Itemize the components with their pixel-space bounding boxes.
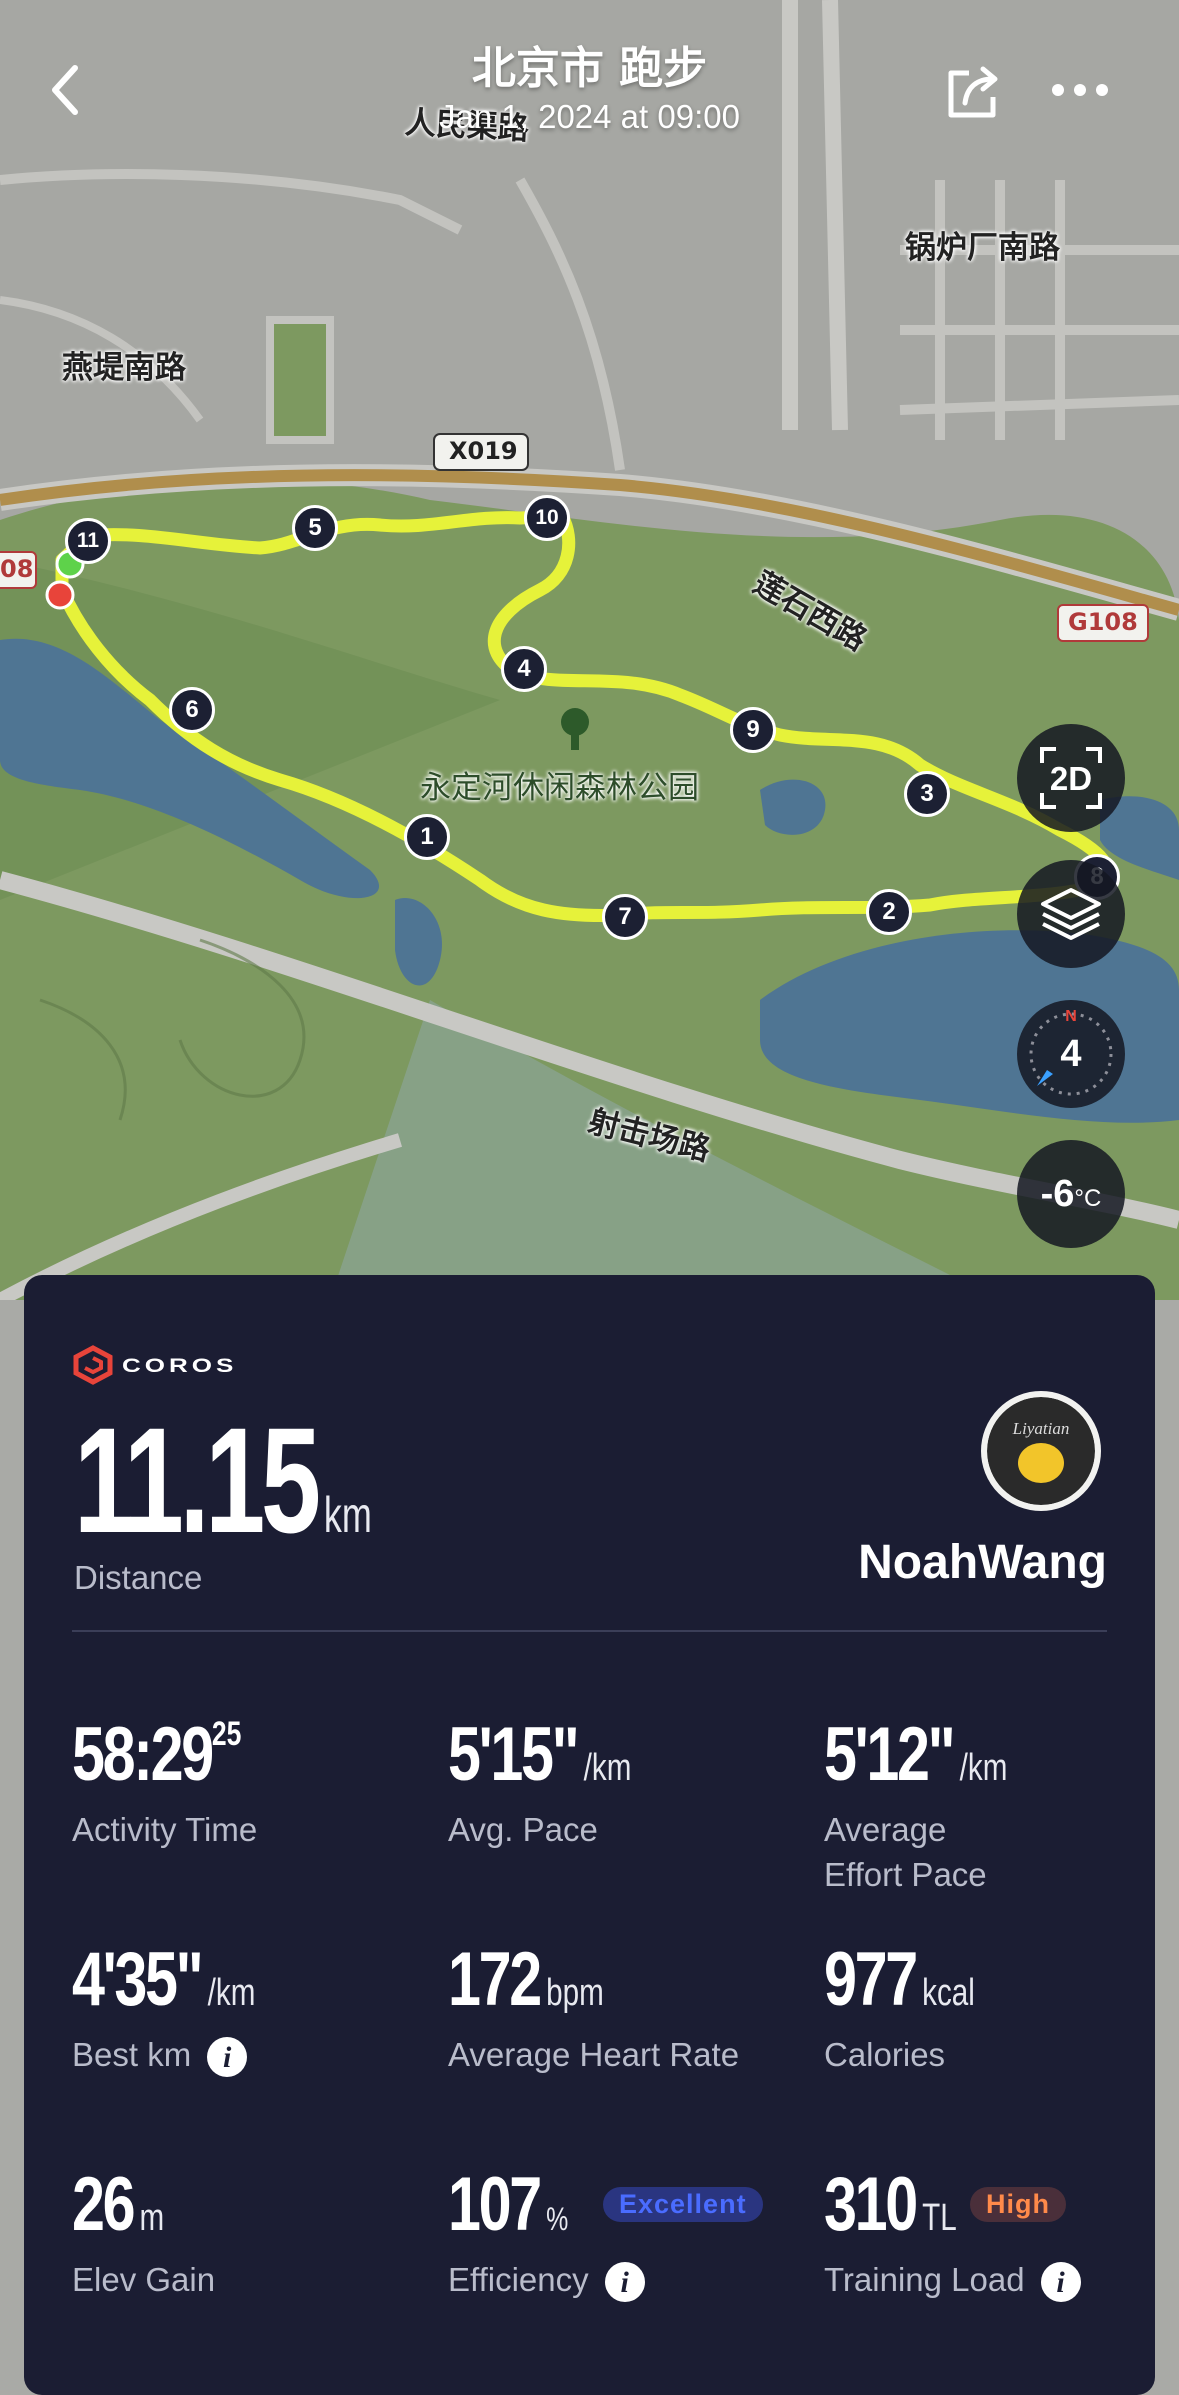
metric-unit: bpm <box>546 1972 604 2014</box>
distance-value: 11.15 <box>74 1396 321 1564</box>
activity-time-metric: 58:2925 Activity Time <box>72 1717 289 1852</box>
metric-value: 977 <box>824 1937 918 2022</box>
layers-icon <box>1041 888 1101 940</box>
activity-summary-card: COROS 11.15 km Distance Liyatian NoahWang… <box>24 1275 1155 2395</box>
km-marker-10[interactable]: 10 <box>524 495 570 541</box>
divider <box>72 1630 1107 1632</box>
temperature-unit: °C <box>1074 1185 1102 1212</box>
road-label: G108 <box>1068 608 1138 636</box>
elev-gain-metric: 26 m Elev Gain <box>72 2167 215 2302</box>
wind-compass: N 4 <box>1017 1000 1125 1108</box>
best-km-metric: 4'35"/km Best km i <box>72 1942 307 2078</box>
metric-unit: kcal <box>922 1972 975 2014</box>
metric-value: 107 <box>448 2162 542 2247</box>
route-map[interactable] <box>0 0 1179 1300</box>
calories-metric: 977 kcal Calories <box>824 1942 1017 2077</box>
km-marker-6[interactable]: 6 <box>169 687 215 733</box>
km-marker-2[interactable]: 2 <box>866 889 912 935</box>
metric-label: Calories <box>824 2036 946 2073</box>
compass-north-label: N <box>1065 1008 1077 1025</box>
avatar-text: Liyatian <box>1012 1419 1070 1438</box>
km-marker-9[interactable]: 9 <box>730 707 776 753</box>
smiley-icon <box>1018 1443 1064 1483</box>
end-point <box>45 580 75 610</box>
brand-name: COROS <box>122 1353 238 1376</box>
info-icon[interactable]: i <box>207 2037 248 2078</box>
metric-value: 172 <box>448 1937 542 2022</box>
share-icon <box>948 66 998 118</box>
distance-metric: 11.15 km Distance <box>74 1405 488 1600</box>
metric-label: Training Load <box>824 2261 1025 2298</box>
metric-value: 26 <box>72 2162 136 2247</box>
training-load-metric: 310 TL High Training Load i <box>824 2167 1081 2303</box>
km-marker-11[interactable]: 11 <box>65 518 111 564</box>
metric-value: 58:29 <box>72 1712 214 1797</box>
road-label: 锅炉厂南路 <box>905 230 1060 266</box>
view-2d-toggle[interactable]: 2D <box>1017 724 1125 832</box>
avg-pace-metric: 5'15"/km Avg. Pace <box>448 1717 683 1852</box>
km-marker-4[interactable]: 4 <box>501 646 547 692</box>
metric-unit: TL <box>922 2197 957 2239</box>
info-icon[interactable]: i <box>1040 2262 1081 2303</box>
park-label: 永定河休闲森林公园 <box>420 770 699 806</box>
metric-unit: % <box>546 2201 569 2237</box>
metric-unit: /km <box>207 1972 256 2014</box>
metric-label: Average <box>824 1811 947 1848</box>
road-label: 燕堤南路 <box>62 350 186 386</box>
coros-brand: COROS <box>72 1345 237 1385</box>
km-marker-1[interactable]: 1 <box>404 814 450 860</box>
km-marker-7[interactable]: 7 <box>602 894 648 940</box>
distance-unit: km <box>323 1487 372 1543</box>
effort-pace-metric: 5'12"/km Average Effort Pace <box>824 1717 1059 1897</box>
view-mode-label: 2D <box>1049 760 1093 797</box>
road-label: X019 <box>449 437 518 465</box>
metric-value: 310 <box>824 2162 918 2247</box>
metric-unit: /km <box>959 1747 1008 1789</box>
metric-value: 5'15" <box>448 1712 580 1797</box>
efficiency-badge: Excellent <box>603 2187 763 2222</box>
road-label: 08 <box>0 555 34 583</box>
metric-label: Average Heart Rate <box>448 2036 740 2073</box>
more-button[interactable] <box>1040 60 1120 120</box>
map-layers-button[interactable] <box>1017 860 1125 968</box>
metric-sup: 25 <box>211 1715 242 1753</box>
metric-label-line2: Effort Pace <box>824 1856 987 1893</box>
coros-logo-icon <box>73 1345 113 1385</box>
metric-label: Elev Gain <box>72 2261 216 2298</box>
heart-rate-metric: 172 bpm Average Heart Rate <box>448 1942 739 2077</box>
avatar[interactable]: Liyatian <box>981 1391 1101 1511</box>
user-name: NoahWang <box>858 1536 1107 1589</box>
metric-label: Best km <box>72 2036 192 2073</box>
metric-value: 5'12" <box>824 1712 956 1797</box>
km-marker-3[interactable]: 3 <box>904 771 950 817</box>
training-load-badge: High <box>970 2187 1066 2222</box>
info-icon[interactable]: i <box>604 2262 645 2303</box>
km-marker-5[interactable]: 5 <box>292 505 338 551</box>
metric-value: 4'35" <box>72 1937 204 2022</box>
temperature-badge: -6 °C <box>1017 1140 1125 1248</box>
metric-unit: m <box>139 2197 165 2239</box>
metric-label: Efficiency <box>448 2261 589 2298</box>
efficiency-metric: 107% Excellent Efficiency i <box>448 2167 763 2303</box>
temperature-value: -6 <box>1040 1172 1075 1215</box>
metric-unit: /km <box>583 1747 632 1789</box>
share-button[interactable] <box>935 55 1011 131</box>
more-dots-icon <box>1052 84 1108 96</box>
metric-label: Avg. Pace <box>448 1811 598 1848</box>
metric-label: Activity Time <box>72 1811 258 1848</box>
